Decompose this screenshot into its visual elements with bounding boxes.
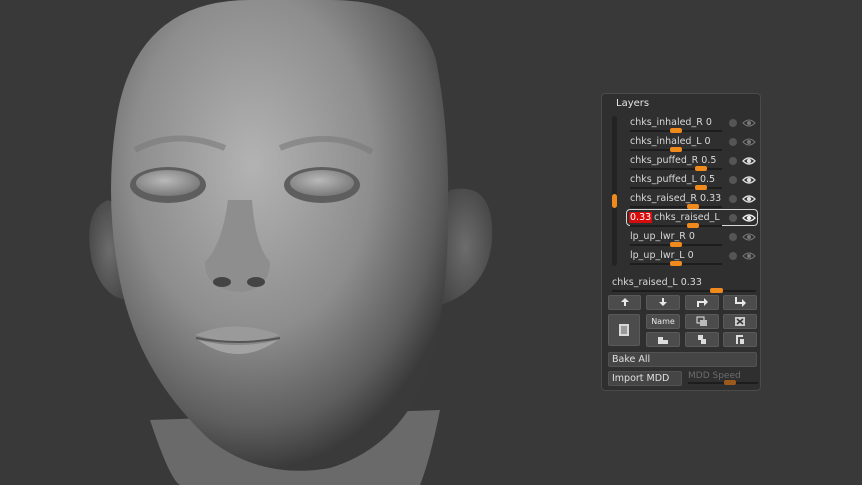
visibility-eye-icon[interactable]	[742, 156, 756, 166]
layer-row[interactable]: lp_up_lwr_L 0	[626, 248, 758, 266]
slider-knob[interactable]	[695, 166, 707, 171]
visibility-eye-icon[interactable]	[742, 251, 756, 261]
corner-arrow-down-right-icon	[735, 297, 746, 307]
arrow-up-icon	[620, 298, 629, 306]
slider-knob[interactable]	[695, 185, 707, 190]
layer-intensity-slider[interactable]	[630, 128, 722, 133]
slider-knob[interactable]	[686, 223, 699, 228]
layer-row[interactable]: chks_inhaled_R 0	[626, 115, 758, 133]
duplicate-icon	[696, 316, 707, 326]
record-icon[interactable]	[729, 157, 737, 165]
split-icon	[698, 335, 706, 344]
split-button[interactable]	[685, 332, 719, 347]
layer-row[interactable]: chks_puffed_R 0.5	[626, 153, 758, 171]
visibility-eye-icon[interactable]	[742, 175, 756, 185]
layer-intensity-slider[interactable]	[630, 185, 722, 190]
layers-panel: Layers chks_inhaled_R 0 chks_inhaled_L 0 c…	[601, 93, 761, 391]
layer-label: lp_up_lwr_R 0	[630, 231, 695, 242]
panel-title: Layers	[616, 98, 650, 109]
move-layer-up-button[interactable]	[608, 295, 641, 310]
record-icon[interactable]	[729, 252, 737, 260]
record-icon[interactable]	[729, 233, 737, 241]
layer-intensity-slider[interactable]	[630, 204, 722, 209]
layer-row[interactable]: chks_raised_R 0.33	[626, 191, 758, 209]
merge-visible-button[interactable]	[723, 332, 757, 347]
merge-visible-icon	[736, 335, 744, 344]
mdd-speed-slider[interactable]	[688, 380, 758, 385]
import-mdd-button[interactable]: Import MDD	[608, 371, 682, 386]
record-icon[interactable]	[729, 119, 737, 127]
new-document-icon	[619, 324, 629, 336]
arrow-down-icon	[659, 298, 667, 306]
active-layer-slider[interactable]	[612, 288, 756, 293]
layer-label: chks_puffed_R 0.5	[630, 155, 717, 166]
move-layer-down-button[interactable]	[646, 295, 680, 310]
merge-down-icon	[658, 337, 668, 344]
corner-arrow-right-icon	[697, 298, 708, 307]
layer-row[interactable]: chks_puffed_L 0.5	[626, 172, 758, 190]
bake-all-button[interactable]: Bake All	[608, 352, 757, 367]
layer-label: lp_up_lwr_L 0	[630, 250, 694, 261]
layer-intensity-slider[interactable]	[630, 166, 722, 171]
record-icon[interactable]	[729, 176, 737, 184]
scrollbar-thumb[interactable]	[612, 194, 617, 208]
slider-knob[interactable]	[710, 288, 723, 293]
layer-intensity-slider[interactable]	[630, 242, 722, 247]
layer-row[interactable]: lp_up_lwr_R 0	[626, 229, 758, 247]
visibility-eye-icon[interactable]	[742, 194, 756, 204]
layer-row[interactable]: chks_inhaled_L 0	[626, 134, 758, 152]
slider-knob[interactable]	[670, 242, 682, 247]
visibility-eye-icon[interactable]	[742, 213, 756, 223]
layer-label: chks_inhaled_L 0	[630, 136, 711, 147]
step-down-button[interactable]	[723, 295, 757, 310]
layer-intensity-slider[interactable]	[630, 261, 722, 266]
visibility-eye-icon[interactable]	[742, 118, 756, 128]
layer-label: chks_puffed_L 0.5	[630, 174, 716, 185]
layer-intensity-slider[interactable]	[630, 223, 722, 228]
duplicate-button[interactable]	[685, 314, 719, 329]
delete-icon	[735, 317, 745, 326]
new-layer-button[interactable]	[608, 314, 640, 346]
slider-knob[interactable]	[670, 128, 682, 133]
layer-label: chks_inhaled_R 0	[630, 117, 712, 128]
record-icon[interactable]	[729, 195, 737, 203]
delete-layer-button[interactable]	[723, 314, 757, 329]
visibility-eye-icon[interactable]	[742, 137, 756, 147]
record-icon[interactable]	[729, 214, 737, 222]
rename-button[interactable]: Name	[646, 314, 680, 329]
slider-knob[interactable]	[670, 261, 682, 266]
layer-label: chks_raised_R 0.33	[630, 193, 722, 204]
slider-knob[interactable]	[670, 147, 682, 152]
record-icon[interactable]	[729, 138, 737, 146]
active-layer-label: chks_raised_L 0.33	[612, 277, 702, 288]
layer-row-selected[interactable]: 0.33 chks_raised_L	[626, 209, 758, 228]
layer-intensity-slider[interactable]	[630, 147, 722, 152]
layer-label: chks_raised_L	[654, 212, 720, 223]
visibility-eye-icon[interactable]	[742, 232, 756, 242]
step-up-button[interactable]	[685, 295, 719, 310]
slider-knob[interactable]	[724, 380, 736, 385]
merge-down-button[interactable]	[646, 332, 680, 347]
layer-list-scrollbar[interactable]	[612, 116, 617, 266]
layer-value-highlight: 0.33	[629, 212, 653, 223]
